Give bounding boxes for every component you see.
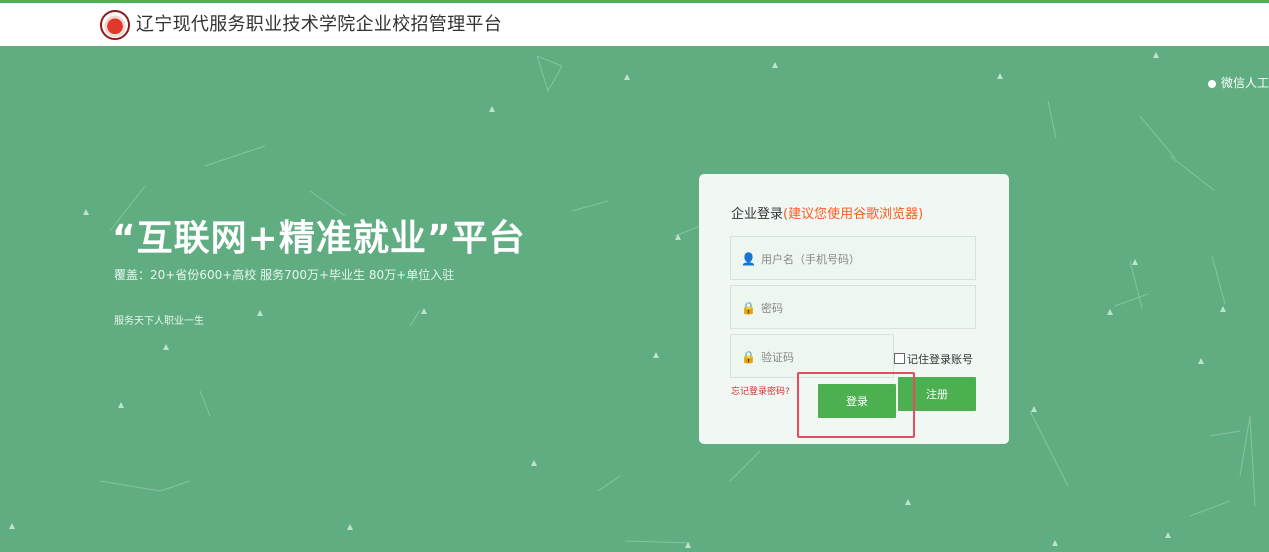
password-field[interactable]: 🔒 (730, 285, 976, 330)
username-input[interactable] (759, 237, 963, 281)
browser-tip: (建议您使用谷歌浏览器) (783, 207, 924, 222)
user-icon: 👤 (741, 252, 756, 266)
college-logo-icon (100, 10, 130, 40)
forgot-password-link[interactable]: 忘记登录密码? (731, 384, 790, 397)
remember-account-checkbox[interactable]: 记住登录账号 (894, 351, 973, 367)
password-input[interactable] (759, 286, 963, 330)
chat-icon (1207, 79, 1216, 88)
platform-motto: 服务天下人职业一生 (114, 316, 204, 327)
login-title-text: 企业登录 (731, 207, 784, 222)
checkbox-icon[interactable] (894, 353, 905, 364)
network-background (9, 52, 1256, 548)
hero-section: 微信人工 “互联网+精准就业”平台 覆盖：20+省份600+高校 服务700万+… (0, 46, 1269, 552)
highlight-box (797, 372, 915, 438)
lock-icon: 🔒 (741, 350, 756, 364)
wechat-support-link[interactable]: 微信人工 (1207, 74, 1269, 91)
lock-icon: 🔒 (741, 301, 756, 315)
username-field[interactable]: 👤 (730, 236, 976, 281)
remember-label: 记住登录账号 (907, 353, 973, 366)
login-card: 企业登录(建议您使用谷歌浏览器) 👤 🔒 🔒 记住登录账号 忘记登录密码? 登录… (699, 174, 1009, 444)
site-title: 辽宁现代服务职业技术学院企业校招管理平台 (136, 14, 502, 35)
coverage-stats: 覆盖：20+省份600+高校 服务700万+毕业生 80万+单位入驻 (114, 268, 455, 282)
login-title: 企业登录(建议您使用谷歌浏览器) (731, 203, 923, 222)
wechat-label: 微信人工 (1220, 76, 1269, 90)
top-bar: 辽宁现代服务职业技术学院企业校招管理平台 (0, 0, 1269, 46)
platform-slogan: “互联网+精准就业”平台 (112, 218, 526, 259)
